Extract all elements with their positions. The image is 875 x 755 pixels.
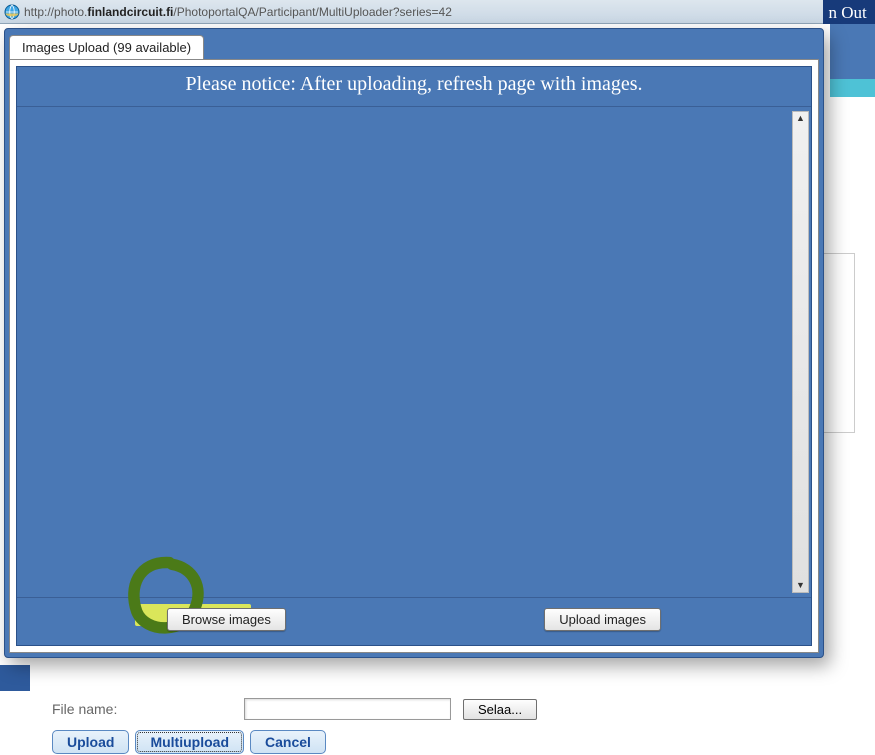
browse-local-label: Selaa...	[478, 702, 522, 717]
ie-icon	[4, 4, 20, 20]
header-out-text: n Out	[829, 3, 867, 23]
url-text[interactable]: http://photo.finlandcircuit.fi/Photoport…	[24, 5, 452, 19]
browse-images-button[interactable]: Browse images	[167, 608, 286, 631]
upload-images-label: Upload images	[559, 612, 646, 627]
modal-button-row: Browse images Upload images	[17, 597, 811, 645]
modal-panel: Please notice: After uploading, refresh …	[9, 59, 819, 653]
browse-images-label: Browse images	[182, 612, 271, 627]
multiupload-button[interactable]: Multiupload	[135, 730, 244, 754]
bg-decoration	[830, 24, 875, 79]
tab-images-upload[interactable]: Images Upload (99 available)	[9, 35, 204, 59]
modal-tabs: Images Upload (99 available)	[9, 33, 819, 59]
upload-images-button[interactable]: Upload images	[544, 608, 661, 631]
url-domain: finlandcircuit.fi	[87, 5, 173, 19]
file-name-label: File name:	[52, 701, 232, 717]
cancel-label: Cancel	[265, 734, 311, 750]
header-logout-fragment[interactable]: n Out	[823, 0, 875, 24]
bg-decoration	[0, 665, 30, 691]
upload-label: Upload	[67, 734, 114, 750]
upload-notice: Please notice: After uploading, refresh …	[17, 67, 811, 107]
vertical-scrollbar[interactable]: ▲ ▼	[792, 111, 809, 593]
multiupload-label: Multiupload	[150, 734, 229, 750]
multi-uploader-modal: Images Upload (99 available) Please noti…	[4, 28, 824, 658]
browser-address-bar: http://photo.finlandcircuit.fi/Photoport…	[0, 0, 875, 24]
file-name-input[interactable]	[244, 698, 451, 720]
upload-drop-area[interactable]: ▲ ▼	[17, 107, 811, 597]
browse-local-button[interactable]: Selaa...	[463, 699, 537, 720]
single-upload-form: File name: Selaa... Upload Multiupload C…	[52, 698, 652, 754]
cancel-button[interactable]: Cancel	[250, 730, 326, 754]
bg-decoration	[830, 79, 875, 97]
url-suffix: /PhotoportalQA/Participant/MultiUploader…	[173, 5, 451, 19]
scroll-up-icon[interactable]: ▲	[796, 114, 805, 123]
url-prefix: http://photo.	[24, 5, 87, 19]
upload-button[interactable]: Upload	[52, 730, 129, 754]
scroll-down-icon[interactable]: ▼	[796, 581, 805, 590]
tab-label: Images Upload (99 available)	[22, 40, 191, 55]
